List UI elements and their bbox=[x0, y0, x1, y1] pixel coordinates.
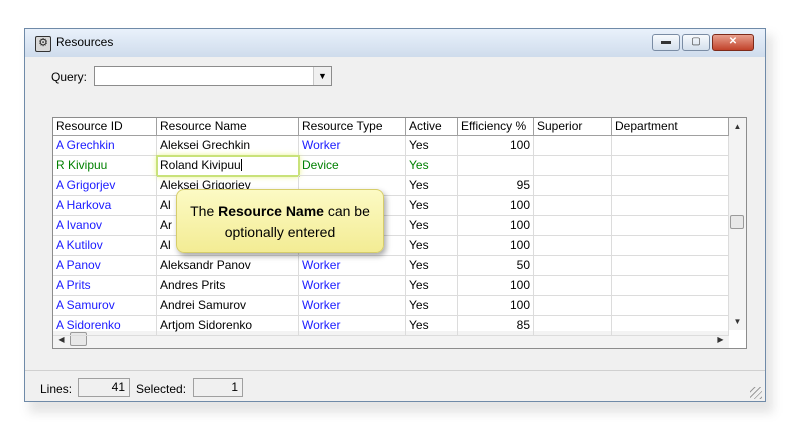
vertical-scrollbar[interactable]: ▲ ▼ bbox=[729, 118, 746, 330]
table-cell[interactable]: A Sidorenko bbox=[53, 316, 157, 336]
table-cell[interactable]: Device bbox=[299, 156, 406, 176]
table-cell[interactable]: 100 bbox=[458, 196, 534, 216]
table-cell[interactable]: A Ivanov bbox=[53, 216, 157, 236]
resources-window: ⚙ Resources ▬ ▢ ✕ Query: ▼ ▲ ▼ ◀ ▶ Resou… bbox=[24, 28, 766, 402]
lines-label: Lines: bbox=[40, 382, 73, 396]
table-cell[interactable] bbox=[612, 276, 729, 296]
table-cell[interactable] bbox=[534, 316, 612, 336]
table-cell[interactable] bbox=[534, 276, 612, 296]
column-header[interactable]: Resource ID bbox=[53, 118, 157, 136]
table-cell[interactable]: Yes bbox=[406, 276, 458, 296]
table-cell[interactable]: 100 bbox=[458, 296, 534, 316]
table-cell[interactable] bbox=[612, 156, 729, 176]
table-cell[interactable]: 100 bbox=[458, 216, 534, 236]
table-cell[interactable] bbox=[458, 156, 534, 176]
text-caret bbox=[240, 159, 242, 171]
table-cell[interactable]: Yes bbox=[406, 136, 458, 156]
resources-grid[interactable]: ▲ ▼ ◀ ▶ Resource ID Resource Name Resource… bbox=[52, 117, 747, 349]
table-cell[interactable]: 95 bbox=[458, 176, 534, 196]
table-cell[interactable]: Yes bbox=[406, 216, 458, 236]
table-cell[interactable]: 100 bbox=[458, 136, 534, 156]
table-cell[interactable]: A Kutilov bbox=[53, 236, 157, 256]
column-header[interactable]: Department bbox=[612, 118, 729, 136]
table-cell[interactable] bbox=[534, 136, 612, 156]
table-cell[interactable] bbox=[534, 296, 612, 316]
table-cell[interactable]: A Harkova bbox=[53, 196, 157, 216]
table-cell[interactable] bbox=[534, 236, 612, 256]
query-dropdown[interactable]: ▼ bbox=[94, 66, 332, 86]
table-cell[interactable]: Worker bbox=[299, 296, 406, 316]
table-cell[interactable] bbox=[612, 176, 729, 196]
table-cell[interactable]: Yes bbox=[406, 176, 458, 196]
callout-prefix: The bbox=[190, 203, 215, 219]
table-cell[interactable]: 85 bbox=[458, 316, 534, 336]
window-title: Resources bbox=[56, 35, 114, 49]
table-cell[interactable] bbox=[534, 256, 612, 276]
chevron-down-icon[interactable]: ▼ bbox=[313, 67, 331, 85]
table-cell[interactable]: Yes bbox=[406, 316, 458, 336]
column-header[interactable]: Active bbox=[406, 118, 458, 136]
table-cell[interactable]: 100 bbox=[458, 276, 534, 296]
table-cell[interactable]: R Kivipuu bbox=[53, 156, 157, 176]
close-button[interactable]: ✕ bbox=[712, 34, 754, 51]
table-cell[interactable]: Roland Kivipuu bbox=[156, 155, 300, 177]
resize-grip-icon[interactable] bbox=[750, 387, 762, 399]
table-cell[interactable] bbox=[612, 296, 729, 316]
resources-gear-icon: ⚙ bbox=[35, 36, 51, 52]
table-cell[interactable] bbox=[612, 136, 729, 156]
table-cell[interactable]: Andrei Samurov bbox=[157, 296, 299, 316]
table-cell[interactable] bbox=[612, 196, 729, 216]
table-cell[interactable]: A Grigorjev bbox=[53, 176, 157, 196]
table-cell[interactable] bbox=[534, 156, 612, 176]
table-cell[interactable]: Worker bbox=[299, 136, 406, 156]
table-cell[interactable] bbox=[612, 216, 729, 236]
table-cell[interactable] bbox=[534, 176, 612, 196]
table-cell[interactable]: A Samurov bbox=[53, 296, 157, 316]
tooltip-callout: The Resource Name can be optionally ente… bbox=[176, 189, 384, 253]
table-cell[interactable] bbox=[534, 196, 612, 216]
table-cell[interactable]: Yes bbox=[406, 236, 458, 256]
table-cell[interactable]: Yes bbox=[406, 156, 458, 176]
minimize-button[interactable]: ▬ bbox=[652, 34, 680, 51]
table-cell[interactable]: Aleksandr Panov bbox=[157, 256, 299, 276]
scroll-up-arrow-icon[interactable]: ▲ bbox=[729, 118, 746, 135]
table-cell[interactable]: Andres Prits bbox=[157, 276, 299, 296]
lines-count: 41 bbox=[78, 378, 130, 397]
table-cell[interactable]: Artjom Sidorenko bbox=[157, 316, 299, 336]
table-cell[interactable]: A Grechkin bbox=[53, 136, 157, 156]
column-header[interactable]: Superior bbox=[534, 118, 612, 136]
callout-bold-term: Resource Name bbox=[218, 203, 324, 219]
table-cell[interactable]: 100 bbox=[458, 236, 534, 256]
column-header[interactable]: Efficiency % bbox=[458, 118, 534, 136]
table-cell[interactable] bbox=[534, 216, 612, 236]
table-cell[interactable]: Worker bbox=[299, 256, 406, 276]
table-cell[interactable] bbox=[612, 236, 729, 256]
selected-label: Selected: bbox=[136, 382, 187, 396]
table-cell[interactable]: Worker bbox=[299, 316, 406, 336]
title-bar[interactable]: ⚙ Resources ▬ ▢ ✕ bbox=[25, 29, 765, 57]
column-header[interactable]: Resource Name bbox=[157, 118, 299, 136]
table-cell[interactable]: 50 bbox=[458, 256, 534, 276]
query-label: Query: bbox=[51, 70, 88, 84]
table-cell[interactable]: Aleksei Grechkin bbox=[157, 136, 299, 156]
table-cell[interactable]: Yes bbox=[406, 196, 458, 216]
table-cell[interactable]: Yes bbox=[406, 296, 458, 316]
vertical-scroll-thumb[interactable] bbox=[730, 215, 744, 229]
table-cell[interactable] bbox=[612, 316, 729, 336]
column-header[interactable]: Resource Type bbox=[299, 118, 406, 136]
status-bar: Lines: 41 Selected: 1 bbox=[25, 370, 765, 402]
table-cell[interactable] bbox=[612, 256, 729, 276]
maximize-button[interactable]: ▢ bbox=[682, 34, 710, 51]
scroll-down-arrow-icon[interactable]: ▼ bbox=[729, 313, 746, 330]
table-cell[interactable]: A Prits bbox=[53, 276, 157, 296]
table-cell[interactable]: Yes bbox=[406, 256, 458, 276]
table-cell[interactable]: Worker bbox=[299, 276, 406, 296]
table-cell[interactable]: A Panov bbox=[53, 256, 157, 276]
selected-count: 1 bbox=[193, 378, 243, 397]
